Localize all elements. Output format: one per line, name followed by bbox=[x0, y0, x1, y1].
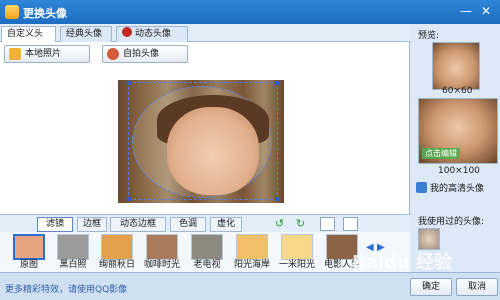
preview-panel: 预览: 60×60 点击编辑 100×100 我的高清头像 我使用过的头像: bbox=[410, 24, 500, 272]
filter-label: 阳光海岸 bbox=[233, 260, 270, 270]
filter-item[interactable]: 一米阳光 bbox=[276, 234, 318, 272]
filter-item[interactable]: 阳光海岸 bbox=[231, 234, 273, 272]
filter-thumbnail bbox=[281, 234, 313, 260]
filter-label: 黑白照 bbox=[59, 260, 87, 270]
crop-handle[interactable] bbox=[127, 197, 131, 201]
editor-area: 本地照片 自拍头像 bbox=[0, 42, 410, 214]
preview-label: 预览: bbox=[418, 31, 440, 41]
cancel-button[interactable]: 取消 bbox=[456, 278, 498, 296]
filter-item[interactable]: 老电视 bbox=[186, 234, 228, 272]
penguin-icon bbox=[122, 27, 132, 37]
layout-single-icon[interactable] bbox=[343, 217, 358, 231]
selfie-button[interactable]: 自拍头像 bbox=[102, 45, 188, 63]
filter-label: 一米阳光 bbox=[278, 260, 315, 270]
hd-avatar-link[interactable]: 我的高清头像 bbox=[416, 181, 484, 194]
rotate-right-icon[interactable]: ↻ bbox=[293, 217, 308, 231]
tab-filter[interactable]: 滤镜 bbox=[37, 217, 73, 232]
size-60-label: 60×60 bbox=[442, 86, 473, 96]
tab-custom-avatar[interactable]: 自定义头像 bbox=[1, 26, 56, 54]
tab-animated-frame[interactable]: 动态边框 bbox=[110, 217, 166, 232]
hd-avatar-icon bbox=[416, 182, 427, 193]
crop-handle[interactable] bbox=[275, 197, 279, 201]
selfie-label: 自拍头像 bbox=[123, 49, 160, 59]
used-avatars-label: 我使用过的头像: bbox=[418, 217, 485, 227]
layout-grid-icon[interactable] bbox=[320, 217, 335, 231]
filter-label: 老电视 bbox=[193, 260, 221, 270]
rotate-left-icon[interactable]: ↺ bbox=[272, 217, 287, 231]
filter-item[interactable]: 原图 bbox=[8, 234, 50, 272]
filter-thumbnail bbox=[191, 234, 223, 260]
filter-label: 原图 bbox=[19, 260, 38, 270]
footer-bar: 更多精彩特效，请使用QQ影像 确定 取消 bbox=[0, 272, 500, 300]
local-photo-label: 本地照片 bbox=[25, 49, 62, 59]
crop-handle[interactable] bbox=[127, 81, 131, 85]
filter-thumbnail bbox=[101, 234, 133, 260]
filter-thumbnail bbox=[146, 234, 178, 260]
hd-avatar-label: 我的高清头像 bbox=[430, 184, 485, 194]
preview-60-thumbnail bbox=[432, 42, 480, 90]
tab-classic-avatar[interactable]: 经典头像 bbox=[60, 26, 112, 42]
filter-item[interactable]: 绚丽秋日 bbox=[96, 234, 138, 272]
tab-tone[interactable]: 色调 bbox=[170, 217, 206, 232]
photo-canvas[interactable] bbox=[118, 80, 284, 203]
local-photo-button[interactable]: 本地照片 bbox=[4, 45, 90, 63]
title-bar: 更换头像 — ✕ bbox=[0, 0, 500, 24]
effects-tab-bar: 滤镜 边框 动态边框 色调 虚化 ↺ ↻ bbox=[0, 214, 410, 232]
edit-badge[interactable]: 点击编辑 bbox=[422, 148, 460, 159]
tab-bar: 自定义头像 经典头像 动态头像 bbox=[0, 24, 410, 54]
close-button[interactable]: ✕ bbox=[476, 2, 496, 20]
filter-strip: 原图 黑白照 绚丽秋日 咖啡时光 老电视 阳光海岸 一米阳光 电影人生 bbox=[0, 232, 410, 272]
crop-rectangle[interactable] bbox=[127, 81, 279, 201]
folder-icon bbox=[9, 48, 21, 60]
filter-thumbnail bbox=[57, 234, 89, 260]
minimize-button[interactable]: — bbox=[456, 2, 476, 20]
crop-handle[interactable] bbox=[275, 81, 279, 85]
avatar-app-icon bbox=[5, 5, 19, 19]
size-100-label: 100×100 bbox=[438, 166, 480, 176]
ok-button[interactable]: 确定 bbox=[410, 278, 452, 296]
camera-icon bbox=[107, 48, 119, 60]
tab-frame[interactable]: 边框 bbox=[77, 217, 107, 232]
filter-item[interactable]: 黑白照 bbox=[52, 234, 94, 272]
filter-thumbnail bbox=[236, 234, 268, 260]
filter-label: 咖啡时光 bbox=[143, 260, 180, 270]
window-title: 更换头像 bbox=[23, 7, 67, 20]
tab-label: 经典头像 bbox=[66, 29, 103, 39]
tab-blur[interactable]: 虚化 bbox=[210, 217, 242, 232]
tab-animated-avatar[interactable]: 动态头像 bbox=[116, 26, 188, 42]
more-effects-link[interactable]: 更多精彩特效，请使用QQ影像 bbox=[5, 282, 127, 295]
used-avatar-thumbnail[interactable] bbox=[418, 228, 440, 250]
filter-thumbnail bbox=[13, 234, 45, 260]
filter-item[interactable]: 咖啡时光 bbox=[141, 234, 183, 272]
filter-label: 绚丽秋日 bbox=[98, 260, 135, 270]
tab-label: 动态头像 bbox=[135, 29, 172, 39]
watermark: Baidu 经验 bbox=[352, 252, 453, 273]
